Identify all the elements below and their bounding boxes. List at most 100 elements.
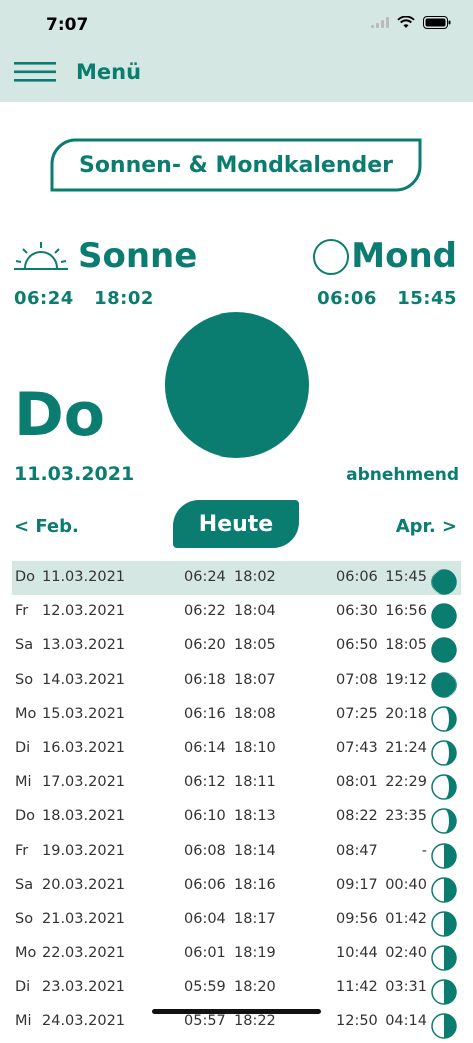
table-row[interactable]: So 14.03.2021 06:18 18:07 07:08 19:12 — [0, 664, 473, 698]
status-time: 7:07 — [46, 15, 89, 35]
menu-button[interactable]: Menü — [14, 60, 141, 84]
sunset-cell: 18:08 — [234, 705, 276, 722]
moonset-cell: 18:05 — [385, 637, 427, 654]
table-row[interactable]: Mi 17.03.2021 06:12 18:11 08:01 22:29 — [0, 766, 473, 800]
weekday-cell: Mo — [15, 945, 37, 962]
weekday-cell: So — [15, 671, 34, 688]
moonrise-cell: 06:50 — [336, 637, 378, 654]
moon-heading: Mond — [351, 236, 457, 276]
moon-phase-icon — [161, 312, 309, 458]
sunrise-cell: 06:08 — [184, 842, 226, 859]
today-button[interactable]: Heute — [173, 500, 299, 548]
date-cell: 11.03.2021 — [42, 569, 126, 585]
table-row[interactable]: Di 23.03.2021 05:59 18:20 11:42 03:31 — [0, 971, 473, 1005]
sunset-cell: 18:13 — [234, 808, 276, 825]
weekday-cell: Sa — [15, 876, 34, 893]
sunrise-icon — [14, 242, 68, 270]
sunrise-cell: 05:57 — [184, 1013, 226, 1030]
sunrise-cell: 06:06 — [184, 876, 226, 893]
weekday-cell: So — [15, 910, 34, 927]
moonset-cell: 22:29 — [385, 774, 427, 791]
sunrise-cell: 06:04 — [184, 910, 226, 927]
moonrise-time: 06:06 — [317, 288, 377, 309]
sun-heading: Sonne — [78, 236, 198, 276]
moonrise-cell: 08:01 — [336, 774, 378, 791]
weekday-cell: Mo — [15, 705, 37, 722]
sunset-cell: 18:07 — [234, 671, 276, 688]
table-row[interactable]: Fr 19.03.2021 06:08 18:14 08:47 - — [0, 835, 473, 869]
moonset-cell: 23:35 — [385, 808, 427, 825]
hamburger-icon — [14, 62, 56, 82]
moonset-cell: - — [421, 842, 427, 859]
moon-phase-icon — [431, 1013, 457, 1043]
sunset-cell: 18:20 — [234, 979, 276, 996]
table-row[interactable]: Mo 22.03.2021 06:01 18:19 10:44 02:40 — [0, 937, 473, 971]
wifi-icon — [397, 16, 415, 28]
table-row[interactable]: Sa 13.03.2021 06:20 18:05 06:50 18:05 — [0, 629, 473, 664]
table-row[interactable]: Mo 15.03.2021 06:16 18:08 07:25 20:18 — [0, 698, 473, 732]
moonset-cell: 20:18 — [385, 705, 427, 722]
sunset-cell: 18:14 — [234, 842, 276, 859]
weekday-cell: Fr — [15, 842, 29, 859]
sunset-cell: 18:04 — [234, 603, 276, 620]
moon-times: 06:06 15:45 — [317, 288, 457, 309]
weekday-cell: Di — [15, 739, 31, 756]
moonrise-cell: 11:42 — [336, 979, 378, 996]
next-month-link[interactable]: Apr. > — [396, 516, 457, 537]
moonrise-cell: 10:44 — [336, 945, 378, 962]
page-title: Sonnen- & Mondkalender — [78, 152, 394, 178]
sunset-cell: 18:11 — [234, 774, 276, 791]
moonset-cell: 15:45 — [385, 569, 427, 585]
table-row[interactable]: So 21.03.2021 06:04 18:17 09:56 01:42 — [0, 903, 473, 937]
weekday-cell: Sa — [15, 637, 34, 654]
moonrise-cell: 06:30 — [336, 603, 378, 620]
moonset-cell: 19:12 — [385, 671, 427, 688]
table-row[interactable]: Sa 20.03.2021 06:06 18:16 09:17 00:40 — [0, 869, 473, 903]
moonrise-cell: 06:06 — [336, 569, 378, 585]
date-cell: 13.03.2021 — [42, 637, 126, 654]
table-row[interactable]: Do 11.03.2021 06:24 18:02 06:06 15:45 — [12, 561, 461, 596]
sunrise-cell: 06:10 — [184, 808, 226, 825]
moonrise-cell: 07:25 — [336, 705, 378, 722]
date-cell: 15.03.2021 — [42, 705, 126, 722]
moonrise-cell: 08:47 — [336, 842, 378, 859]
moonset-cell: 01:42 — [385, 910, 427, 927]
moonset-time: 15:45 — [397, 288, 457, 309]
sunset-cell: 18:02 — [234, 569, 276, 585]
sunset-cell: 18:22 — [234, 1013, 276, 1030]
date-cell: 12.03.2021 — [42, 603, 126, 620]
date-cell: 16.03.2021 — [42, 739, 126, 756]
sunset-cell: 18:19 — [234, 945, 276, 962]
signal-icon — [371, 17, 389, 28]
sunrise-cell: 06:12 — [184, 774, 226, 791]
weekday-cell: Mi — [15, 774, 32, 791]
sunset-cell: 18:16 — [234, 876, 276, 893]
table-row[interactable]: Do 18.03.2021 06:10 18:13 08:22 23:35 — [0, 800, 473, 835]
moonrise-cell: 07:43 — [336, 739, 378, 756]
table-row[interactable]: Fr 12.03.2021 06:22 18:04 06:30 16:56 — [0, 595, 473, 629]
date-cell: 23.03.2021 — [42, 979, 126, 996]
date-cell: 18.03.2021 — [42, 808, 126, 825]
weekday-cell: Mi — [15, 1013, 32, 1030]
moonset-cell: 16:56 — [385, 603, 427, 620]
moonrise-cell: 12:50 — [336, 1013, 378, 1030]
moonset-cell: 21:24 — [385, 739, 427, 756]
table-row[interactable]: Di 16.03.2021 06:14 18:10 07:43 21:24 — [0, 732, 473, 766]
sunrise-cell: 06:16 — [184, 705, 226, 722]
weekday-cell: Do — [15, 808, 36, 825]
sunset-cell: 18:05 — [234, 637, 276, 654]
date-cell: 19.03.2021 — [42, 842, 126, 859]
current-date: 11.03.2021 — [14, 463, 135, 485]
sunrise-cell: 06:20 — [184, 637, 226, 654]
battery-icon — [423, 16, 451, 29]
prev-month-link[interactable]: < Feb. — [14, 516, 79, 537]
date-cell: 14.03.2021 — [42, 671, 126, 688]
moon-phase-label: abnehmend — [346, 465, 459, 485]
menu-label: Menü — [76, 60, 142, 84]
sunrise-cell: 05:59 — [184, 979, 226, 996]
moonset-cell: 02:40 — [385, 945, 427, 962]
date-cell: 21.03.2021 — [42, 910, 126, 927]
date-cell: 20.03.2021 — [42, 876, 126, 893]
moonset-cell: 00:40 — [385, 876, 427, 893]
sunset-cell: 18:17 — [234, 910, 276, 927]
